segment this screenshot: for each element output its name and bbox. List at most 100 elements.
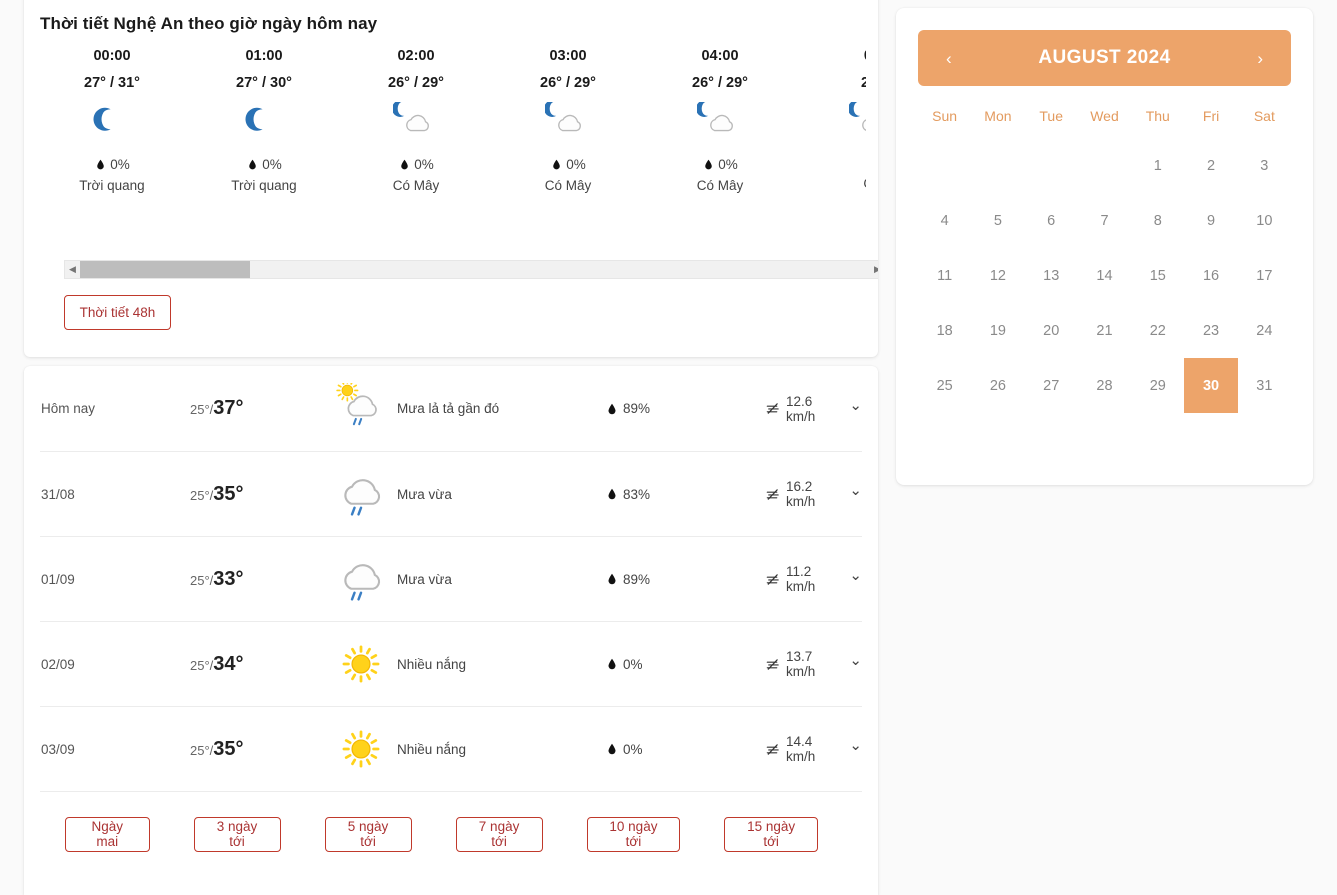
calendar-day-selected[interactable]: 30 [1184, 358, 1238, 413]
daily-date: 02/09 [41, 656, 75, 672]
forecast-range-button-6[interactable]: 15 ngày tới [724, 816, 818, 852]
hourly-time: 01:00 [245, 48, 283, 64]
droplet-icon [605, 742, 619, 756]
daily-date: 01/09 [41, 571, 75, 587]
calendar-day-1[interactable]: 1 [1131, 138, 1184, 193]
moon-cloud-icon [695, 100, 743, 148]
hourly-precipitation: 0% [36, 157, 188, 172]
hourly-column: 02:00 26° / 29° 0% Có Mây [340, 48, 492, 193]
calendar-empty-cell [971, 138, 1024, 193]
calendar-day-17[interactable]: 17 [1238, 248, 1291, 303]
daily-forecast-row[interactable]: 01/09 25°/33° Mưa vừa 89% 11.2 km/h ⌄ [40, 537, 862, 622]
hourly-temperature: 26° / 29° [540, 75, 596, 91]
calendar-day-25[interactable]: 25 [918, 358, 971, 413]
hourly-precipitation [796, 157, 866, 170]
calendar-day-23[interactable]: 23 [1184, 303, 1237, 358]
calendar-day-grid: 1 2 3 4 5 6 7 8 9 10 11 12 13 14 15 16 17 18 19 20 21 22 23 24 2… [918, 138, 1291, 413]
chevron-down-icon[interactable]: ⌄ [849, 566, 862, 584]
calendar-day-27[interactable]: 27 [1025, 358, 1078, 413]
daily-forecast-card: Hôm nay 25°/37° Mưa lả tả gần đó 89% 12.6 km… [24, 366, 878, 895]
calendar-weekday-mon: Mon [984, 108, 1012, 124]
calendar-weekday-thu: Thu [1145, 108, 1170, 124]
daily-condition-label: Nhiều nắng [397, 741, 467, 757]
forecast-range-button-4[interactable]: 7 ngày tới [455, 816, 543, 852]
hourly-description: Có Mây [696, 178, 744, 193]
calendar-day-29[interactable]: 29 [1131, 358, 1184, 413]
daily-forecast-row[interactable]: Hôm nay 25°/37° Mưa lả tả gần đó 89% 12.6 km… [40, 366, 862, 452]
calendar-card: ‹ AUGUST 2024 › Sun Mon Tue Wed Thu Fri Sat 12… [896, 8, 1313, 485]
hourly-condition-icon [36, 99, 188, 151]
hourly-condition-icon [796, 99, 866, 151]
daily-low-temp: 25° [190, 742, 210, 758]
hourly-forecast-card: Thời tiết Nghệ An theo giờ ngày hôm nay … [24, 0, 878, 357]
calendar-prev-icon[interactable]: ‹ [940, 46, 958, 71]
calendar-day-4[interactable]: 4 [918, 193, 971, 248]
forecast-range-button-5[interactable]: 10 ngày tới [586, 816, 681, 852]
hourly-time: 02:00 [397, 48, 435, 64]
calendar-day-18[interactable]: 18 [918, 303, 971, 358]
hourly-precipitation-value: 0% [718, 157, 738, 172]
calendar-day-11[interactable]: 11 [918, 248, 971, 303]
forecast-range-button-2[interactable]: 3 ngày tới [193, 816, 281, 852]
scroll-left-arrow-icon[interactable]: ◀ [65, 261, 80, 278]
chevron-down-icon[interactable]: ⌄ [849, 651, 862, 669]
hourly-condition-icon [644, 99, 796, 151]
calendar-day-21[interactable]: 21 [1078, 303, 1131, 358]
calendar-day-3[interactable]: 3 [1238, 138, 1291, 193]
hourly-scrollbar[interactable]: ◀ ▶ [64, 260, 878, 279]
calendar-day-10[interactable]: 10 [1238, 193, 1291, 248]
calendar-day-15[interactable]: 15 [1131, 248, 1184, 303]
hourly-strip[interactable]: 00:00 27° / 31° 0% Trời quang 01:00 27° / 30°… [36, 34, 866, 193]
chevron-down-icon[interactable]: ⌄ [849, 396, 862, 414]
daily-precipitation: 89% [605, 401, 765, 416]
daily-temperature: 25°/35° [190, 738, 335, 761]
calendar-weekday-tue: Tue [1039, 108, 1063, 124]
hourly-time: 03:00 [549, 48, 587, 64]
daily-condition-label: Mưa vừa [397, 486, 452, 502]
wind-icon [765, 401, 780, 416]
scroll-right-arrow-icon[interactable]: ▶ [870, 261, 878, 278]
daily-precipitation: 0% [605, 657, 765, 672]
scrollbar-thumb[interactable] [80, 261, 250, 278]
calendar-day-2[interactable]: 2 [1184, 138, 1237, 193]
calendar-weekday-fri: Fri [1202, 108, 1220, 124]
daily-condition: Mưa vừa [335, 553, 605, 605]
forecast-range-button-1[interactable]: Ngày mai [65, 816, 150, 852]
hourly-strip-viewport: 00:00 27° / 31° 0% Trời quang 01:00 27° / 30°… [36, 34, 866, 224]
calendar-title: AUGUST 2024 [1038, 47, 1171, 68]
calendar-next-icon[interactable]: › [1251, 46, 1269, 71]
calendar-day-6[interactable]: 6 [1025, 193, 1078, 248]
daily-wind: 12.6 km/h ⌄ [765, 394, 862, 424]
calendar-day-9[interactable]: 9 [1184, 193, 1237, 248]
scrollbar-track[interactable] [80, 261, 870, 278]
calendar-day-7[interactable]: 7 [1078, 193, 1131, 248]
calendar-day-31[interactable]: 31 [1238, 358, 1291, 413]
chevron-down-icon[interactable]: ⌄ [849, 481, 862, 499]
calendar-day-16[interactable]: 16 [1184, 248, 1237, 303]
calendar-day-8[interactable]: 8 [1131, 193, 1184, 248]
wind-icon [765, 572, 780, 587]
calendar-day-14[interactable]: 14 [1078, 248, 1131, 303]
forecast-range-button-group: Ngày mai 3 ngày tới 5 ngày tới 7 ngày tới 10… [40, 792, 862, 876]
calendar-day-19[interactable]: 19 [971, 303, 1024, 358]
daily-wind-value: 12.6 km/h [786, 393, 816, 424]
calendar-day-20[interactable]: 20 [1025, 303, 1078, 358]
rain-cloud-icon [335, 553, 387, 605]
calendar-day-24[interactable]: 24 [1238, 303, 1291, 358]
calendar-day-28[interactable]: 28 [1078, 358, 1131, 413]
daily-low-temp: 25° [190, 402, 210, 417]
daily-condition-label: Mưa lả tả gần đó [397, 401, 500, 416]
weather-48h-button[interactable]: Thời tiết 48h [64, 295, 171, 330]
calendar-day-12[interactable]: 12 [971, 248, 1024, 303]
daily-forecast-row[interactable]: 31/08 25°/35° Mưa vừa 83% 16.2 km/h ⌄ [40, 452, 862, 537]
chevron-down-icon[interactable]: ⌄ [849, 736, 862, 754]
forecast-range-button-3[interactable]: 5 ngày tới [324, 816, 412, 852]
calendar-day-5[interactable]: 5 [971, 193, 1024, 248]
moon-icon [241, 102, 287, 148]
calendar-day-26[interactable]: 26 [971, 358, 1024, 413]
daily-forecast-row[interactable]: 02/09 25°/34° Nhiều nắng 0% 13.7 km/h ⌄ [40, 622, 862, 707]
calendar-day-13[interactable]: 13 [1025, 248, 1078, 303]
calendar-day-22[interactable]: 22 [1131, 303, 1184, 358]
wind-icon [765, 742, 780, 757]
daily-forecast-row[interactable]: 03/09 25°/35° Nhiều nắng 0% 14.4 km/h ⌄ [40, 707, 862, 792]
